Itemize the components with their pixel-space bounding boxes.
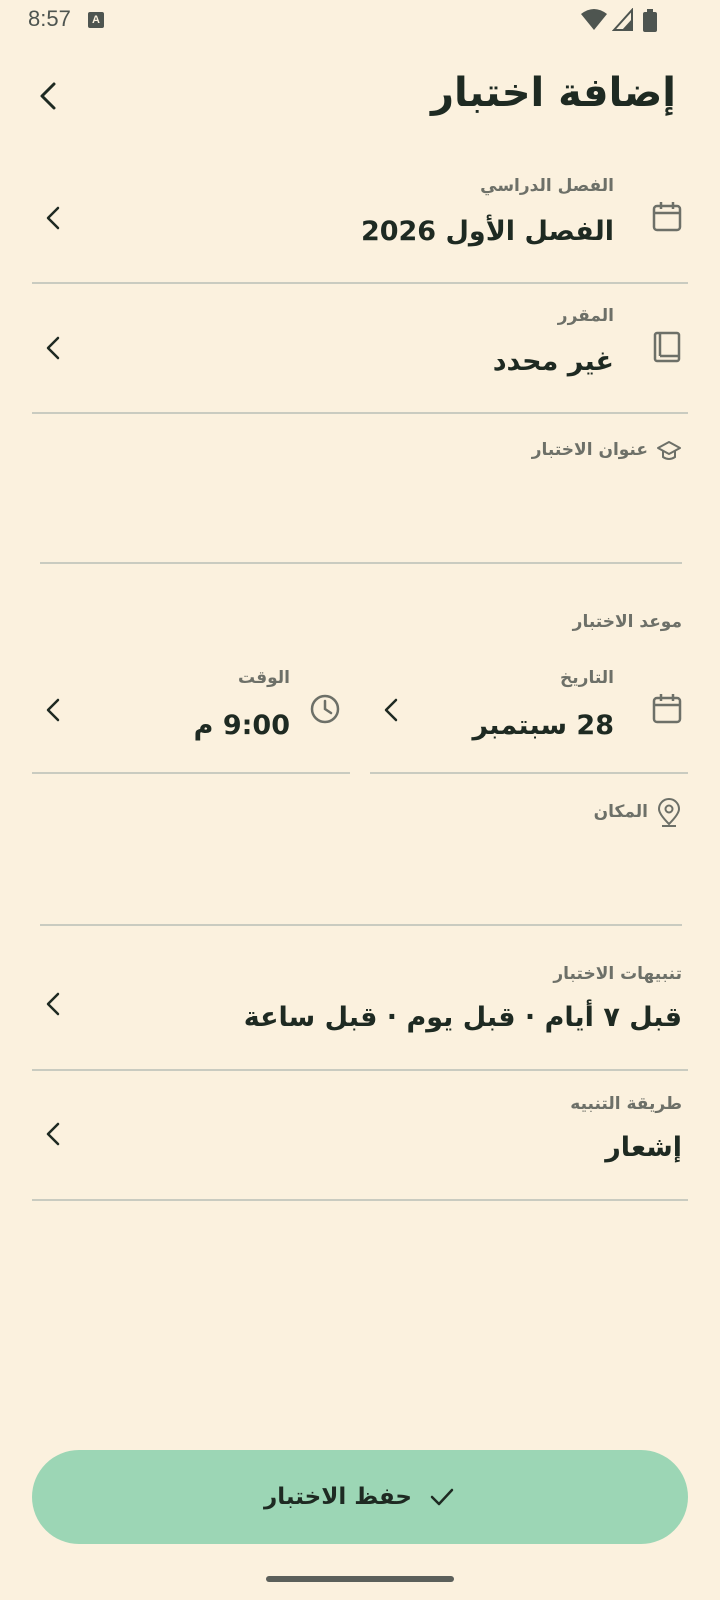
save-button-label: حفظ الاختبار xyxy=(264,1484,413,1510)
schedule-section-label: موعد الاختبار xyxy=(572,612,682,632)
course-selector[interactable]: المقرر غير محدد xyxy=(32,298,688,414)
time-label: الوقت xyxy=(238,668,290,688)
time-picker[interactable]: الوقت 9:00 م xyxy=(32,660,350,772)
battery-icon xyxy=(643,9,657,32)
page-title: إضافة اختبار xyxy=(431,70,676,116)
check-icon xyxy=(430,1488,454,1506)
home-indicator[interactable] xyxy=(266,1576,454,1582)
divider xyxy=(32,1069,688,1071)
divider xyxy=(40,562,682,564)
alert-method-label: طريقة التنبيه xyxy=(570,1094,682,1114)
book-icon xyxy=(653,331,681,363)
semester-label: الفصل الدراسي xyxy=(480,176,614,196)
course-value: غير محدد xyxy=(492,346,614,377)
back-button[interactable] xyxy=(30,78,66,114)
divider xyxy=(40,924,682,926)
location-pin-icon xyxy=(657,798,681,827)
signal-icon xyxy=(612,8,633,31)
clock-icon xyxy=(310,694,340,724)
date-picker[interactable]: التاريخ 28 سبتمبر xyxy=(370,660,688,772)
chevron-left-icon xyxy=(384,698,398,722)
alert-method-value: إشعار xyxy=(605,1132,682,1163)
location-input[interactable]: المكان xyxy=(40,792,682,926)
status-time: 8:57 xyxy=(28,6,71,31)
chevron-left-icon xyxy=(46,992,60,1016)
chevron-left-icon xyxy=(46,698,60,722)
location-label: المكان xyxy=(593,802,648,822)
time-value: 9:00 م xyxy=(193,710,290,741)
notification-icon: A xyxy=(88,12,104,28)
wifi-icon xyxy=(581,9,607,30)
status-bar: 8:57 A xyxy=(0,0,720,44)
exam-alerts-selector[interactable]: تنبيهات الاختبار قبل ٧ أيام · قبل يوم · … xyxy=(32,958,688,1070)
alerts-value: قبل ٧ أيام · قبل يوم · قبل ساعة xyxy=(243,1002,682,1033)
chevron-left-icon xyxy=(46,336,60,360)
calendar-icon xyxy=(652,202,682,232)
semester-value: الفصل الأول 2026 xyxy=(360,216,614,247)
divider xyxy=(370,772,688,774)
exam-title-label: عنوان الاختبار xyxy=(531,440,648,460)
date-label: التاريخ xyxy=(560,668,614,688)
divider xyxy=(32,412,688,414)
date-value: 28 سبتمبر xyxy=(472,710,615,741)
alert-method-selector[interactable]: طريقة التنبيه إشعار xyxy=(32,1088,688,1200)
calendar-icon xyxy=(652,694,682,724)
divider xyxy=(32,1199,688,1201)
divider xyxy=(32,282,688,284)
divider xyxy=(32,772,350,774)
course-label: المقرر xyxy=(557,306,614,326)
exam-title-input[interactable]: عنوان الاختبار xyxy=(40,430,682,564)
save-exam-button[interactable]: حفظ الاختبار xyxy=(32,1450,688,1544)
alerts-label: تنبيهات الاختبار xyxy=(553,964,682,984)
chevron-left-icon xyxy=(46,206,60,230)
graduation-cap-icon xyxy=(657,441,681,460)
semester-selector[interactable]: الفصل الدراسي الفصل الأول 2026 xyxy=(32,168,688,284)
chevron-left-icon xyxy=(46,1122,60,1146)
